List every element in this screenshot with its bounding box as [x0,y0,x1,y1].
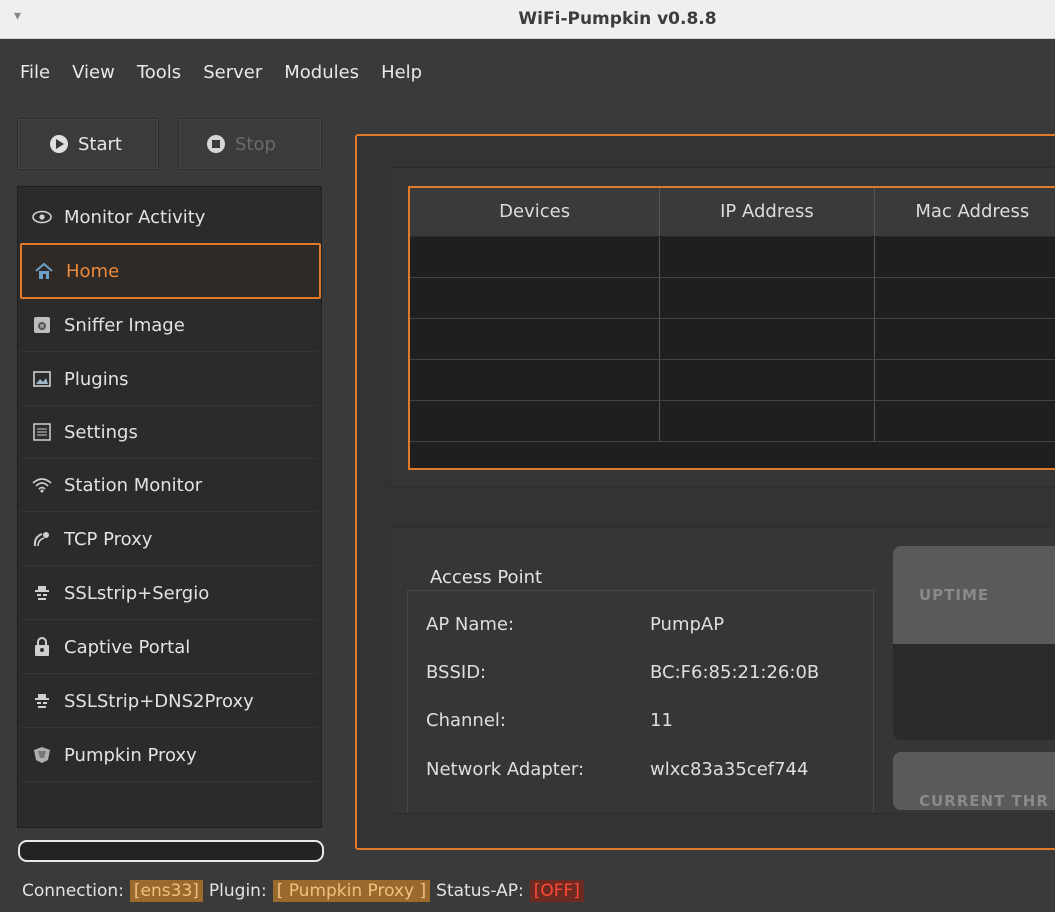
menu-view[interactable]: View [72,62,115,94]
sidebar-item-home[interactable]: Home [20,243,321,299]
network-adapter-label: Network Adapter: [426,759,585,780]
bssid-label: BSSID: [426,662,487,683]
menu-server[interactable]: Server [203,62,262,94]
channel-label: Channel: [426,710,506,731]
sidebar-item-label: SSLStrip+DNS2Proxy [64,690,254,712]
sidebar-item-pumpkin-proxy[interactable]: Pumpkin Proxy [20,729,317,782]
sidebar-item-label: TCP Proxy [64,528,153,550]
sidebar-item-plugins[interactable]: Plugins [20,353,317,406]
menu-modules[interactable]: Modules [284,62,359,94]
table-row[interactable] [410,360,1055,401]
sidebar-item-label: SSLstrip+Sergio [64,582,210,604]
spy-icon [32,691,52,711]
satellite-icon [32,529,52,549]
sidebar-item-label: Captive Portal [64,636,191,658]
menu-bar: File View Tools Server Modules Help [20,62,422,94]
start-button[interactable]: Start [17,118,159,170]
wifi-icon [32,475,52,495]
sidebar-item-tcp-proxy[interactable]: TCP Proxy [20,513,317,566]
sidebar-item-sslstrip-sergio[interactable]: SSLstrip+Sergio [20,567,317,620]
start-label: Start [78,133,122,155]
camera-icon [32,315,52,335]
ap-name-value: PumpAP [650,614,725,635]
menu-tools[interactable]: Tools [137,62,181,94]
uptime-card: UPTIME [893,546,1055,740]
plugin-label: Plugin: [208,881,267,901]
sidebar-item-label: Plugins [64,368,129,390]
current-threads-card: CURRENT THR [893,752,1055,810]
connection-label: Connection: [22,881,124,901]
table-header: Devices IP Address Mac Address [410,188,1055,237]
sidebar-item-settings[interactable]: Settings [20,406,317,459]
sidebar-item-station-monitor[interactable]: Station Monitor [20,459,317,512]
devices-table[interactable]: Devices IP Address Mac Address [408,186,1055,470]
uptime-title: UPTIME [893,546,1055,644]
sidebar: Monitor Activity Home Sniffer Image Plug… [17,186,322,828]
play-icon [50,135,68,153]
settings-icon [32,422,52,442]
column-header-mac-address[interactable]: Mac Address [875,188,1055,236]
stop-button[interactable]: Stop [178,118,322,170]
home-icon [34,261,54,281]
bssid-value: BC:F6:85:21:26:0B [650,662,820,683]
access-point-title: Access Point [428,567,545,588]
eye-icon [32,207,52,227]
menu-file[interactable]: File [20,62,50,94]
stop-icon [207,135,225,153]
progress-bar [18,840,324,862]
lock-icon [32,637,52,657]
spy-icon [32,583,52,603]
table-row[interactable] [410,401,1055,442]
sidebar-item-label: Pumpkin Proxy [64,744,197,766]
ap-name-label: AP Name: [426,614,515,635]
table-row[interactable] [410,278,1055,319]
column-header-ip-address[interactable]: IP Address [660,188,875,236]
status-bar: Connection: [ens33] Plugin: [ Pumpkin Pr… [0,870,1055,912]
window-title: WiFi-Pumpkin v0.8.8 [518,9,717,29]
sidebar-item-sniffer-image[interactable]: Sniffer Image [20,299,317,352]
sidebar-item-label: Monitor Activity [64,206,206,228]
table-row[interactable] [410,237,1055,278]
sidebar-item-sslstrip-dns2proxy[interactable]: SSLStrip+DNS2Proxy [20,675,317,728]
sidebar-item-label: Sniffer Image [64,314,185,336]
shield-icon [32,745,52,765]
picture-icon [32,369,52,389]
channel-value: 11 [650,710,673,731]
uptime-value [893,644,1055,740]
column-header-devices[interactable]: Devices [410,188,661,236]
network-adapter-value: wlxc83a35cef744 [650,759,809,780]
sidebar-item-monitor-activity[interactable]: Monitor Activity [20,191,317,244]
status-ap-label: Status-AP: [436,881,524,901]
current-threads-title: CURRENT THR [893,752,1055,810]
connection-value: [ens33] [129,880,203,902]
sidebar-item-label: Settings [64,421,138,443]
menu-help[interactable]: Help [381,62,422,94]
table-row[interactable] [410,319,1055,360]
stop-label: Stop [235,133,276,155]
title-bar: ▾ WiFi-Pumpkin v0.8.8 [0,0,1055,39]
status-ap-value: [OFF] [529,880,584,902]
sidebar-item-captive-portal[interactable]: Captive Portal [20,621,317,674]
sidebar-item-label: Home [66,260,120,282]
plugin-value: [ Pumpkin Proxy ] [272,880,431,902]
sidebar-item-label: Station Monitor [64,474,203,496]
